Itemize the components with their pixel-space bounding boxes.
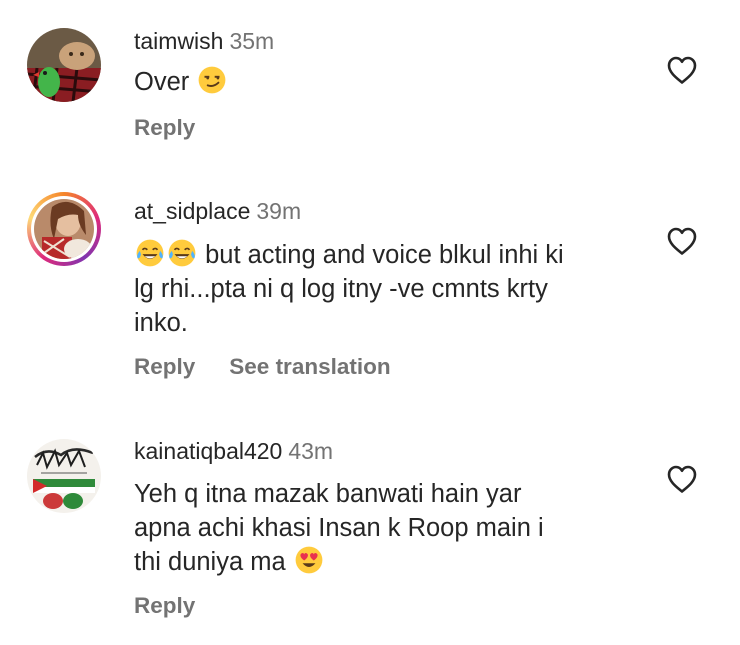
comment-text: Over bbox=[134, 65, 634, 99]
comment-meta: at_sidplace 39m bbox=[134, 197, 301, 225]
avatar[interactable] bbox=[27, 28, 101, 102]
comment-text: Yeh q itna mazak banwati hain yar apna a… bbox=[134, 477, 634, 579]
see-translation-button[interactable]: See translation bbox=[229, 354, 390, 379]
comment-actions: Reply bbox=[134, 593, 229, 619]
like-heart-icon[interactable] bbox=[666, 464, 698, 494]
timestamp: 39m bbox=[256, 198, 302, 224]
comment-text-segment: but acting and voice blkul inhi ki bbox=[205, 241, 564, 269]
laughing-tears-emoji-icon bbox=[167, 238, 197, 268]
comment-text-line: apna achi khasi Insan k Roop main i bbox=[134, 514, 544, 542]
comment-text-line: but acting and voice blkul inhi ki bbox=[134, 238, 634, 272]
avatar-photo bbox=[34, 199, 94, 259]
username[interactable]: at_sidplace bbox=[134, 198, 250, 224]
avatar[interactable] bbox=[27, 192, 101, 266]
timestamp: 43m bbox=[288, 438, 334, 464]
reply-button[interactable]: Reply bbox=[134, 354, 195, 379]
comment-text: but acting and voice blkul inhi ki lg rh… bbox=[134, 238, 634, 340]
comment-actions: Reply bbox=[134, 115, 229, 141]
like-heart-icon[interactable] bbox=[666, 55, 698, 85]
comment-text-line: inko. bbox=[134, 309, 188, 337]
username[interactable]: taimwish bbox=[134, 28, 223, 54]
comment-text-line: Over bbox=[134, 68, 190, 96]
avatar[interactable] bbox=[27, 439, 101, 513]
smirk-emoji-icon bbox=[197, 65, 227, 95]
comment-text-line: lg rhi...pta ni q log itny -ve cmnts krt… bbox=[134, 275, 548, 303]
heart-eyes-emoji-icon bbox=[294, 545, 324, 575]
comment-text-line: thi duniya ma bbox=[134, 545, 634, 579]
reply-button[interactable]: Reply bbox=[134, 593, 195, 618]
like-heart-icon[interactable] bbox=[666, 226, 698, 256]
reply-button[interactable]: Reply bbox=[134, 115, 195, 140]
laughing-tears-emoji-icon bbox=[135, 238, 165, 268]
comment-text-segment: thi duniya ma bbox=[134, 548, 286, 576]
username[interactable]: kainatiqbal420 bbox=[134, 438, 282, 464]
timestamp: 35m bbox=[229, 28, 275, 54]
comment-text-line: Yeh q itna mazak banwati hain yar bbox=[134, 480, 522, 508]
comment-actions: Reply See translation bbox=[134, 354, 425, 380]
comment-meta: kainatiqbal420 43m bbox=[134, 437, 333, 465]
comment-meta: taimwish 35m bbox=[134, 27, 274, 55]
